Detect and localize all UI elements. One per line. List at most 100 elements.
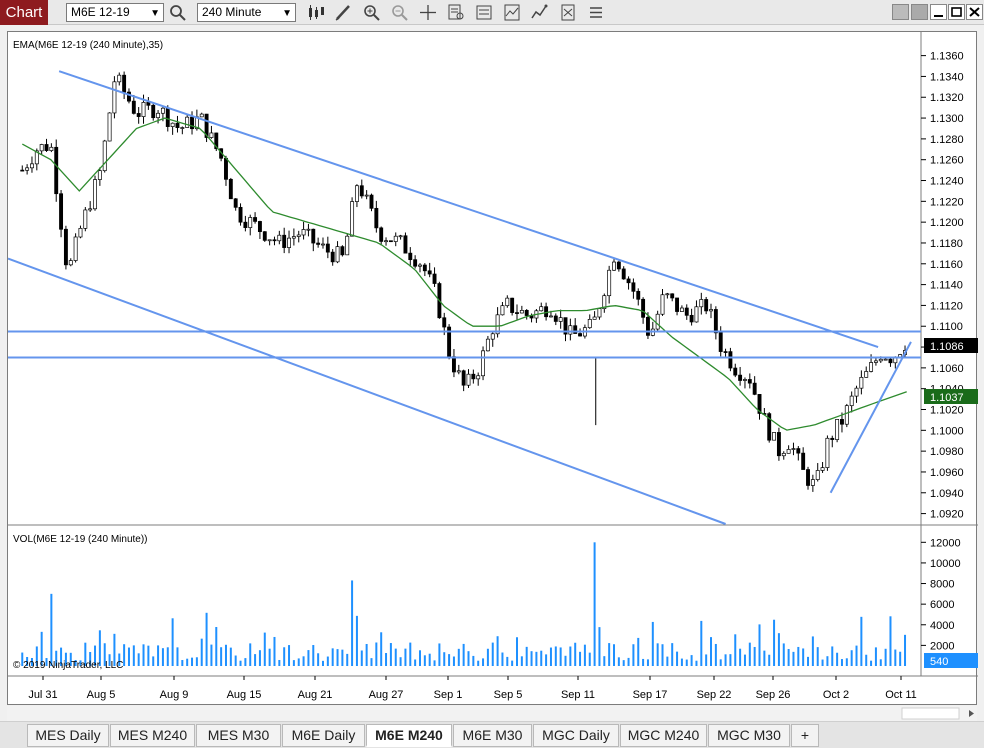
- tab-mes-m240[interactable]: MES M240: [110, 724, 195, 747]
- tab-m6e-m240[interactable]: M6E M240: [366, 724, 452, 747]
- volume-bar: [811, 636, 814, 666]
- volume-bar: [603, 656, 606, 666]
- volume-bar: [598, 627, 601, 666]
- candle-body: [781, 452, 786, 457]
- candle-body: [485, 338, 490, 352]
- volume-panel: [21, 542, 907, 666]
- volume-bar: [792, 651, 795, 666]
- tab-mgc-daily[interactable]: MGC Daily: [533, 724, 619, 747]
- candle-body: [54, 146, 59, 195]
- search-icon[interactable]: [168, 3, 188, 22]
- candle-body: [180, 127, 185, 129]
- horizontal-scrollbar[interactable]: [7, 706, 977, 721]
- price-tick-label: 1.1180: [930, 238, 963, 250]
- candle-body: [78, 227, 83, 238]
- volume-bar: [229, 647, 232, 666]
- volume-bar: [351, 580, 354, 666]
- x-tick-label: Aug 15: [227, 689, 262, 701]
- candle-body: [136, 113, 141, 117]
- indicators-icon[interactable]: [502, 3, 522, 22]
- instrument-selector[interactable]: M6E 12-19 ▼: [66, 3, 164, 22]
- volume-bar: [331, 648, 334, 666]
- candle-body: [413, 259, 418, 267]
- candle-body: [621, 268, 626, 280]
- tab-m6e-daily[interactable]: M6E Daily: [282, 724, 365, 747]
- candle-body: [388, 240, 393, 243]
- pin-window-button[interactable]: [892, 4, 909, 20]
- candle-body: [844, 405, 849, 425]
- volume-bar: [807, 656, 810, 666]
- candle-body: [558, 317, 563, 322]
- crosshair-icon[interactable]: [418, 3, 438, 22]
- candlestick-icon[interactable]: [306, 3, 326, 22]
- volume-bar: [370, 658, 373, 666]
- maximize-button[interactable]: [948, 4, 965, 20]
- chart-area[interactable]: 1.1360 1.1340 1.1320 1.1300 1.1280 1.1260 1.12…: [7, 31, 978, 706]
- zoom-in-icon[interactable]: [362, 3, 382, 22]
- more-icon[interactable]: [586, 3, 606, 22]
- volume-bar: [152, 656, 155, 666]
- volume-bar: [748, 642, 751, 666]
- volume-bar: [191, 657, 194, 666]
- x-tick-label: Aug 27: [369, 689, 404, 701]
- candle-body: [694, 306, 699, 323]
- volume-bar: [588, 652, 591, 666]
- candle-body: [665, 293, 670, 296]
- volume-bar: [142, 644, 145, 666]
- candle-body: [820, 467, 825, 471]
- candle-body: [330, 251, 335, 263]
- tab-mgc-m30[interactable]: MGC M30: [708, 724, 790, 747]
- candle-body: [408, 252, 413, 261]
- chart-label[interactable]: Chart: [0, 0, 48, 25]
- chart-canvas[interactable]: 1.1360 1.1340 1.1320 1.1300 1.1280 1.1260 1.12…: [8, 32, 978, 706]
- candle-body: [704, 299, 709, 312]
- candle-body: [311, 228, 316, 244]
- candle-body: [864, 371, 869, 378]
- interval-selector[interactable]: 240 Minute ▼: [197, 3, 296, 22]
- volume-bar: [365, 643, 368, 666]
- templates-icon[interactable]: [558, 3, 578, 22]
- volume-bar: [346, 653, 349, 666]
- volume-bar: [215, 627, 218, 666]
- toolbar: Chart M6E 12-19 ▼ 240 Minute ▼: [0, 0, 984, 25]
- price-tick-label: 1.1000: [930, 425, 964, 437]
- properties-icon[interactable]: [474, 3, 494, 22]
- candle-body: [379, 227, 384, 242]
- volume-bar: [714, 643, 717, 666]
- volume-bar: [307, 650, 310, 666]
- add-tab-button[interactable]: +: [791, 724, 819, 747]
- candle-body: [340, 246, 345, 256]
- close-button[interactable]: [966, 4, 983, 20]
- scroll-thumb[interactable]: [901, 707, 960, 720]
- volume-bar: [569, 646, 572, 666]
- volume-tick-label: 6000: [930, 599, 954, 611]
- volume-bar: [385, 653, 388, 666]
- candle-body: [733, 367, 738, 376]
- minimize-button[interactable]: [930, 4, 947, 20]
- x-tick-label: Sep 5: [494, 689, 523, 701]
- candle-body: [815, 470, 820, 480]
- data-box-icon[interactable]: [446, 3, 466, 22]
- volume-bar: [535, 651, 538, 666]
- zoom-out-icon[interactable]: [390, 3, 410, 22]
- tab-m6e-m30[interactable]: M6E M30: [453, 724, 532, 747]
- candle-body: [456, 370, 461, 373]
- price-tick-label: 1.1200: [930, 217, 964, 229]
- candle-body: [257, 221, 262, 233]
- candle-body: [59, 193, 64, 230]
- draw-icon[interactable]: [334, 3, 354, 22]
- volume-bar: [894, 649, 897, 666]
- trendline-upper-channel: [58, 70, 879, 349]
- tab-mgc-m240[interactable]: MGC M240: [620, 724, 707, 747]
- link-window-button[interactable]: [911, 4, 928, 20]
- volume-bar: [312, 645, 315, 666]
- strategies-icon[interactable]: [530, 3, 550, 22]
- volume-bar: [467, 651, 470, 666]
- candle-body: [883, 358, 888, 361]
- volume-bar: [414, 659, 417, 666]
- volume-bar: [627, 657, 630, 666]
- tab-mes-daily[interactable]: MES Daily: [27, 724, 109, 747]
- tab-mes-m30[interactable]: MES M30: [196, 724, 281, 747]
- candle-body: [481, 350, 485, 377]
- volume-bar: [292, 660, 295, 666]
